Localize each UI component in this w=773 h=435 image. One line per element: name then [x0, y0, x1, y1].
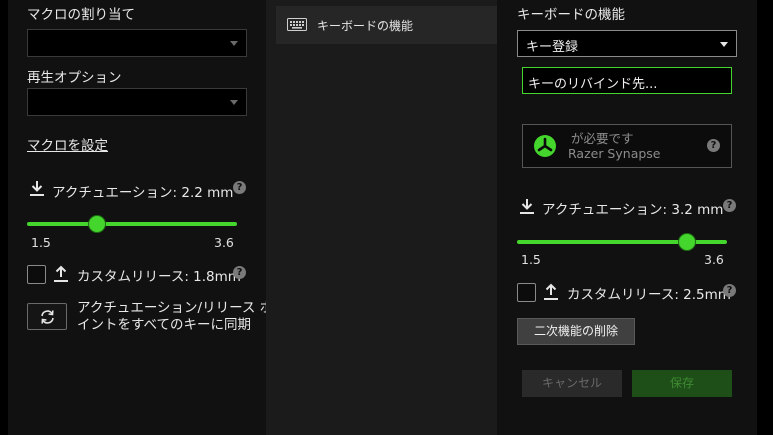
- sync-label-line2: イントをすべてのキーに同期: [77, 317, 252, 333]
- chevron-down-icon: [720, 41, 728, 47]
- menu-item-keyboard-functions[interactable]: キーボードの機能: [276, 6, 497, 44]
- razer-synapse-icon: [534, 135, 556, 157]
- help-icon[interactable]: ?: [707, 139, 720, 152]
- rebind-placeholder: キーのリバインド先...: [528, 77, 658, 92]
- slider-thumb[interactable]: [88, 215, 106, 233]
- custom-release-checkbox[interactable]: [27, 265, 46, 284]
- sync-label-line1: アクチュエーション/リリース ポ: [77, 300, 274, 316]
- playback-option-label: 再生オプション: [27, 70, 122, 86]
- key-register-dropdown[interactable]: キー登録: [517, 30, 737, 57]
- chevron-down-icon: [230, 100, 238, 105]
- macro-settings-link[interactable]: マクロを設定: [27, 134, 108, 154]
- actuation-label: アクチュエーション: 3.2 mm: [542, 202, 724, 218]
- cancel-button[interactable]: キャンセル: [522, 370, 622, 397]
- synapse-required-box: が必要です Razer Synapse ?: [522, 124, 732, 168]
- custom-release-label: カスタムリリース: 1.8mm: [77, 269, 241, 285]
- upload-arrow-icon: [544, 283, 558, 300]
- slider-min-label: 1.5: [31, 235, 51, 250]
- middle-panel: キーボードの機能: [266, 0, 497, 435]
- rebind-input[interactable]: キーのリバインド先...: [522, 67, 732, 94]
- help-icon[interactable]: ?: [723, 284, 736, 297]
- key-register-value: キー登録: [526, 40, 579, 55]
- custom-release-label: カスタムリリース: 2.5mm: [567, 287, 731, 303]
- chevron-down-icon: [230, 41, 238, 46]
- right-panel: キーボードの機能 キー登録 キーのリバインド先... が必要です Razer S…: [497, 0, 757, 435]
- sync-label: アクチュエーション/リリース ポ イントをすべてのキーに同期: [77, 300, 273, 334]
- help-icon[interactable]: ?: [723, 199, 736, 212]
- playback-option-dropdown[interactable]: [27, 88, 247, 116]
- slider-min-label: 1.5: [521, 252, 541, 267]
- sync-button[interactable]: [27, 303, 67, 330]
- download-arrow-icon: [30, 181, 44, 196]
- refresh-icon: [41, 310, 54, 324]
- macro-assign-dropdown[interactable]: [27, 29, 247, 57]
- menu-item-label: キーボードの機能: [317, 19, 414, 33]
- section-title: キーボードの機能: [517, 7, 625, 23]
- actuation-label: アクチュエーション: 2.2 mm: [52, 185, 234, 201]
- download-arrow-icon: [520, 199, 534, 214]
- keyboard-icon: [287, 18, 307, 31]
- slider-thumb[interactable]: [678, 233, 696, 251]
- synapse-line1: が必要です: [571, 131, 634, 146]
- slider-max-label: 3.6: [214, 235, 234, 250]
- macro-assign-label: マクロの割り当て: [27, 7, 135, 23]
- upload-arrow-icon: [54, 265, 68, 282]
- save-button[interactable]: 保存: [632, 370, 732, 397]
- custom-release-checkbox[interactable]: [517, 283, 536, 302]
- actuation-slider[interactable]: [27, 214, 237, 234]
- help-icon[interactable]: ?: [233, 181, 246, 194]
- window-edge: [757, 0, 773, 435]
- help-icon[interactable]: ?: [233, 266, 246, 279]
- synapse-line2: Razer Synapse: [568, 146, 661, 161]
- slider-track: [27, 222, 237, 226]
- actuation-slider[interactable]: [517, 232, 727, 252]
- slider-max-label: 3.6: [704, 252, 724, 267]
- remove-secondary-button[interactable]: 二次機能の削除: [517, 318, 635, 345]
- left-panel: マクロの割り当て 再生オプション マクロを設定 アクチュエーション: 2.2 m…: [8, 0, 273, 435]
